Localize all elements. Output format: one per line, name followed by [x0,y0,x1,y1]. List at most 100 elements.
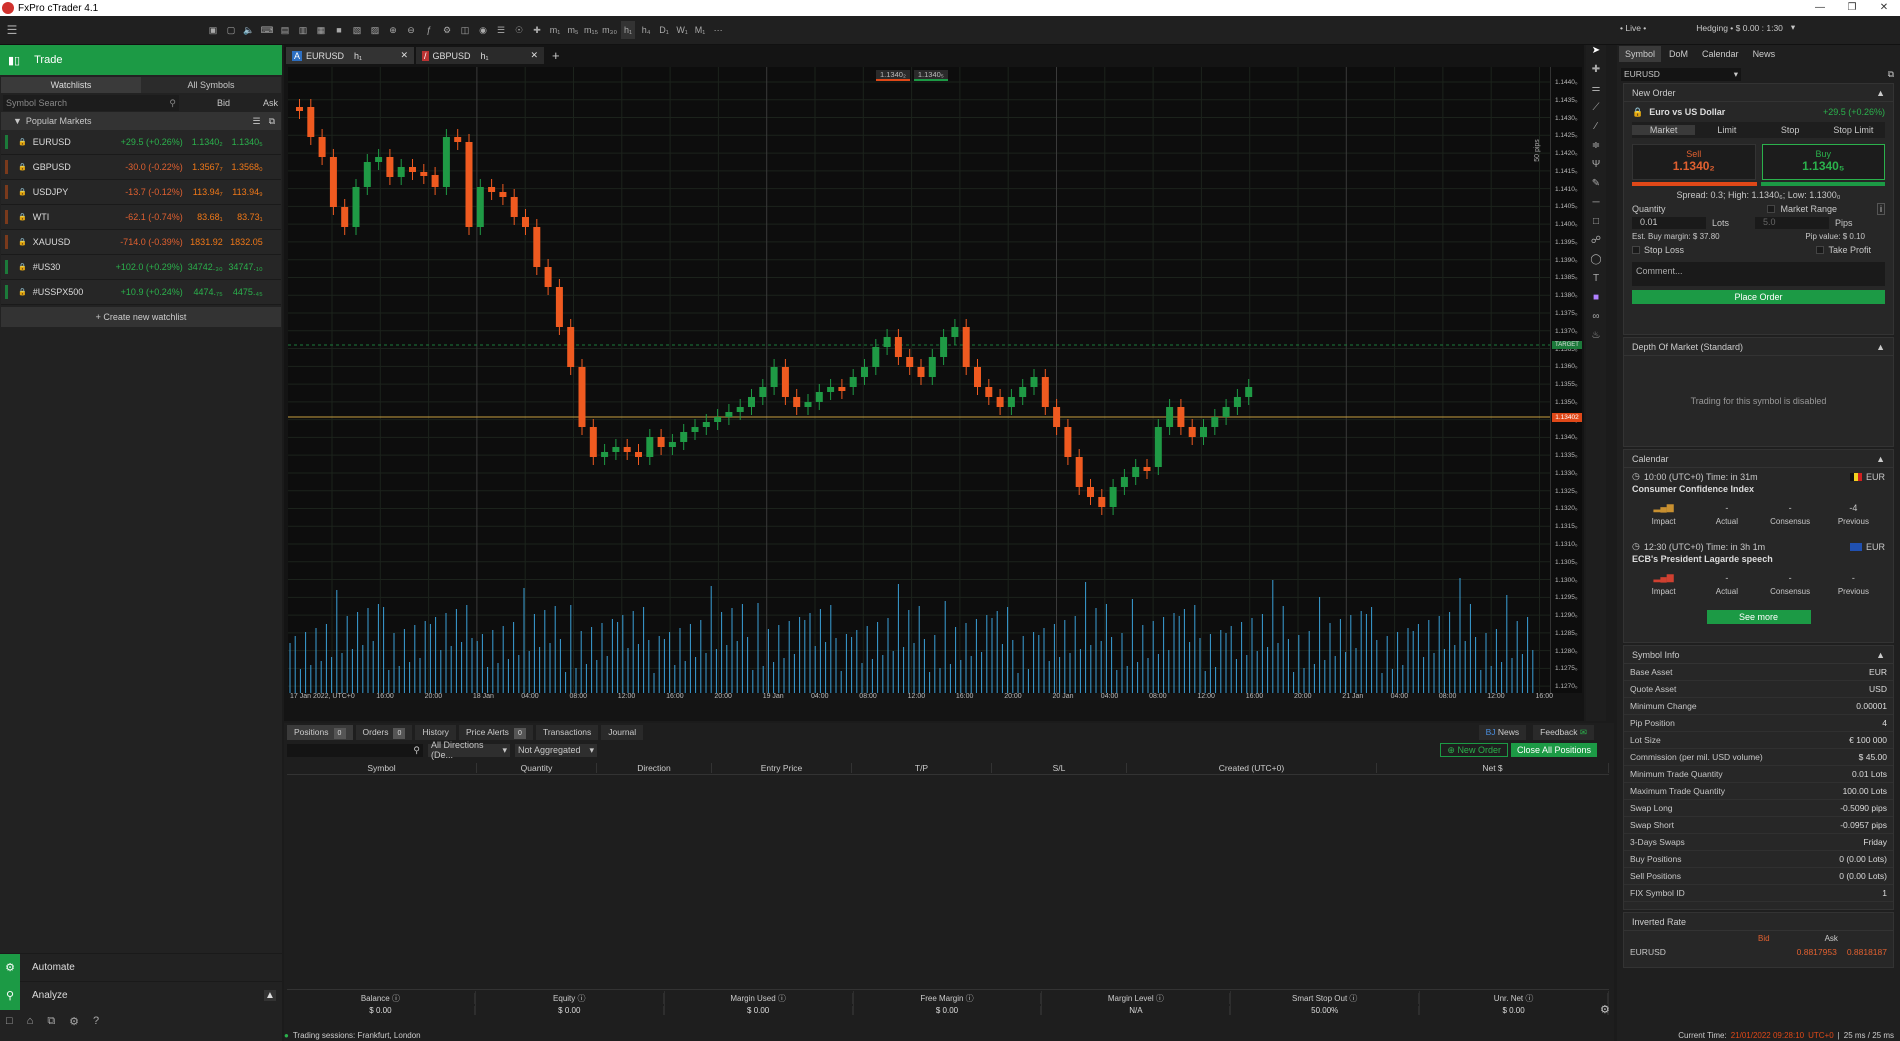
info-icon[interactable]: ⓘ [1154,994,1164,1003]
tab-journal[interactable]: Journal [601,724,644,740]
keyboard-icon[interactable]: ⌨ [260,21,274,39]
account-dropdown-icon[interactable]: ▾ [1791,22,1795,33]
trend-line-icon[interactable]: ⟋ [1586,102,1606,121]
tf-m1-icon[interactable]: m₁ [548,21,562,39]
color-icon[interactable]: ■ [1586,292,1606,311]
buy-button[interactable]: Buy 1.1340₅ [1761,144,1885,180]
maximize-button[interactable]: ❐ [1837,0,1867,16]
column-header[interactable]: Symbol [287,762,477,773]
column-header[interactable]: Quantity [477,762,597,773]
tab-calendar[interactable]: Calendar [1696,46,1745,62]
shapes-icon[interactable]: ◯ [1586,254,1606,273]
tf-d1-icon[interactable]: D₁ [657,21,671,39]
live-mode[interactable]: • Live • [1620,23,1646,33]
collapse-icon[interactable]: ▲ [1876,342,1885,352]
ask-column-header[interactable]: Ask [263,98,278,108]
settings-icon[interactable]: ⚙ [69,1015,79,1028]
minimize-button[interactable]: — [1805,0,1835,16]
order-type-limit[interactable]: Limit [1695,125,1758,135]
close-tab-icon[interactable]: ✕ [400,50,408,61]
pitchfork-icon[interactable]: Ψ [1586,159,1606,178]
aggregation-filter[interactable]: Not Aggregated ▾ [515,743,597,757]
take-profit-checkbox[interactable] [1816,246,1825,254]
tf-h1-icon[interactable]: h₁ [621,21,636,39]
column-header[interactable]: Created (UTC+0) [1127,762,1377,773]
info-icon[interactable]: ⓘ [1523,994,1533,1003]
zoom-in-icon[interactable]: ⊕ [386,21,400,39]
time-axis[interactable]: 17 Jan 2022, UTC+0 16:00 20:00 18 Jan 04:00 0… [288,693,1553,703]
watchlist-row[interactable]: 🔒 GBPUSD -30.0 (-0.22%) 1.3567₇ 1.3568₀ [1,155,281,180]
channel-icon[interactable]: ∕ [1586,121,1606,140]
ruler-icon[interactable]: ─ [1586,197,1606,216]
order-type-market[interactable]: Market [1632,125,1696,135]
alert-bell-icon[interactable]: ♨ [1586,330,1606,349]
comment-input[interactable]: Comment... [1632,262,1885,286]
tab-positions[interactable]: Positions 0 [287,724,353,740]
positions-search-input[interactable]: ⚲ [287,743,423,757]
cursor-icon[interactable]: ➤ [1586,45,1606,64]
info-icon[interactable]: i [1877,203,1885,215]
screenshot-icon[interactable]: ◉ [476,21,490,39]
more-icon[interactable]: ⋯ [711,21,725,39]
horizontal-line-icon[interactable]: ⚌ [1586,83,1606,102]
tf-w1-icon[interactable]: W₁ [675,21,689,39]
info-icon[interactable]: ⓘ [1347,994,1357,1003]
grid-icon[interactable]: ▦ [314,21,328,39]
direction-filter[interactable]: All Directions (De... ▾ [428,740,510,760]
tf-m30-icon[interactable]: m₃₀ [602,21,617,39]
chart-tab-gbpusd[interactable]: / GBPUSD h₁ ✕ [416,47,544,64]
collapse-icon[interactable]: ▲ [1876,454,1885,464]
quick-buy-button[interactable]: 1.1340₅ [913,69,948,81]
eye-icon[interactable]: ☉ [512,21,526,39]
watchlist-row[interactable]: 🔒 USDJPY -13.7 (-0.12%) 113.94₇ 113.94₉ [1,180,281,205]
place-order-button[interactable]: Place Order [1632,290,1885,304]
analyze-button[interactable]: ⚲ Analyze ▲ [0,981,282,1010]
watchlist-row[interactable]: 🔒 #USSPX500 +10.9 (+0.24%) 4474.₇₅ 4475.₄₅ [1,280,281,305]
watchlist-row[interactable]: 🔒 EURUSD +29.5 (+0.26%) 1.1340₂ 1.1340₅ [1,130,281,155]
layers-icon[interactable]: ☰ [494,21,508,39]
quantity-stepper[interactable]: 0.01 [1632,217,1706,229]
copy-icon[interactable]: ⧉ [47,1015,55,1028]
tab-symbol[interactable]: Symbol [1619,46,1662,62]
info-icon[interactable]: ⓘ [963,994,974,1003]
stop-loss-checkbox[interactable] [1632,246,1640,254]
tab-dom[interactable]: DoM [1663,46,1694,62]
news-button[interactable]: BJ News [1478,724,1527,740]
price-axis[interactable]: 1.1440₀ 1.1435₀ 1.1430₀ 1.1425₀ 1.1420₀ 1.141… [1550,67,1582,693]
multi-chart-icon[interactable]: ▧ [350,21,364,39]
close-all-positions-button[interactable]: Close All Positions [1510,743,1597,757]
pen-icon[interactable]: ✎ [1586,178,1606,197]
tab-watchlists[interactable]: Watchlists [1,77,141,93]
single-chart-icon[interactable]: ■ [332,21,346,39]
tab-news[interactable]: News [1747,46,1782,62]
indicator-icon[interactable]: ƒ [422,21,436,39]
add-chart-tab-button[interactable]: + [552,48,560,63]
timezone[interactable]: UTC+0 [1808,1031,1834,1040]
candlestick-chart[interactable]: 1.1340₂ 1.1340₅ 50 pips [288,67,1550,693]
automate-button[interactable]: ⚙ Automate [0,953,282,982]
hamburger-menu-icon[interactable]: ☰ [2,21,22,39]
tab-price-alerts[interactable]: Price Alerts 0 [458,724,533,740]
column-header[interactable]: S/L [992,762,1127,773]
tf-m5-icon[interactable]: m₅ [566,21,580,39]
trading-sessions[interactable]: Trading sessions: Frankfurt, London [293,1031,421,1040]
quick-sell-button[interactable]: 1.1340₂ [876,69,910,81]
column-header[interactable]: Net $ [1377,762,1609,773]
symbol-select[interactable]: EURUSD ▾ [1621,67,1741,81]
column-header[interactable]: Entry Price [712,762,852,773]
collapse-icon[interactable]: ▲ [1876,88,1885,98]
tab-history[interactable]: History [415,724,456,740]
popout-icon[interactable]: ⧉ [1888,69,1894,80]
tf-h4-icon[interactable]: h₄ [639,21,653,39]
template-icon[interactable]: ◫ [458,21,472,39]
layout-icon[interactable]: ▣ [206,21,220,39]
tf-m15-icon[interactable]: m₁₅ [584,21,598,39]
symbol-info-header[interactable]: Symbol Info ▲ [1624,646,1893,664]
settings-gear-icon[interactable]: ⚙ [1600,1003,1610,1016]
chart-settings-icon[interactable]: ▨ [368,21,382,39]
order-type-stop-limit[interactable]: Stop Limit [1822,125,1885,135]
inverted-rate-header[interactable]: Inverted Rate [1624,913,1893,931]
dom-header[interactable]: Depth Of Market (Standard) ▲ [1624,338,1893,356]
info-icon[interactable]: ⓘ [390,994,400,1003]
chat-icon[interactable]: □ [6,1015,13,1027]
